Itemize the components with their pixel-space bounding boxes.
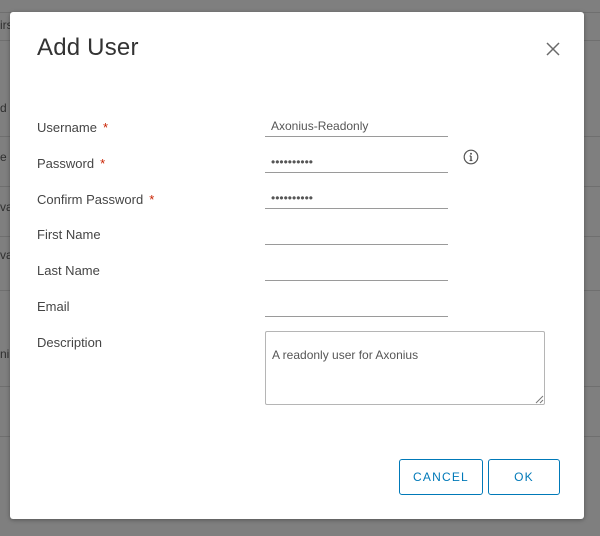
background-text-fragment: d [0,101,7,115]
email-input[interactable] [265,295,448,317]
background-text-fragment: ni [0,347,10,361]
required-marker: * [100,156,106,171]
username-input[interactable] [265,115,448,137]
last-name-label: Last Name [37,263,100,278]
first-name-label: First Name [37,227,101,242]
required-marker: * [149,192,155,207]
background-text-fragment: va [0,248,10,262]
resize-grip-icon[interactable] [535,395,544,404]
background-text-fragment: va [0,200,10,214]
description-textarea[interactable]: A readonly user for Axonius [265,331,545,405]
info-icon[interactable] [463,149,479,165]
background-text-fragment: e [0,150,7,164]
description-label: Description [37,335,103,350]
password-label-text: Password [37,156,95,171]
confirm-password-input[interactable] [265,187,448,209]
add-user-dialog: Add User Username * Password * Confirm Pas… [10,12,584,519]
password-input[interactable] [265,151,448,173]
confirm-password-label-text: Confirm Password [37,192,144,207]
background-text-fragment: irs [0,18,10,32]
ok-button[interactable]: OK [488,459,560,495]
required-marker: * [102,120,109,135]
username-label-text: Username [37,120,97,135]
last-name-input[interactable] [265,259,448,281]
email-label: Email [37,299,70,314]
first-name-input[interactable] [265,223,448,245]
confirm-password-label: Confirm Password * [37,192,154,207]
cancel-button[interactable]: CANCEL [399,459,483,495]
close-button[interactable] [543,39,563,59]
username-label: Username * [37,120,108,135]
close-icon [546,42,560,56]
dialog-title: Add User [37,34,139,61]
password-label: Password * [37,156,105,171]
